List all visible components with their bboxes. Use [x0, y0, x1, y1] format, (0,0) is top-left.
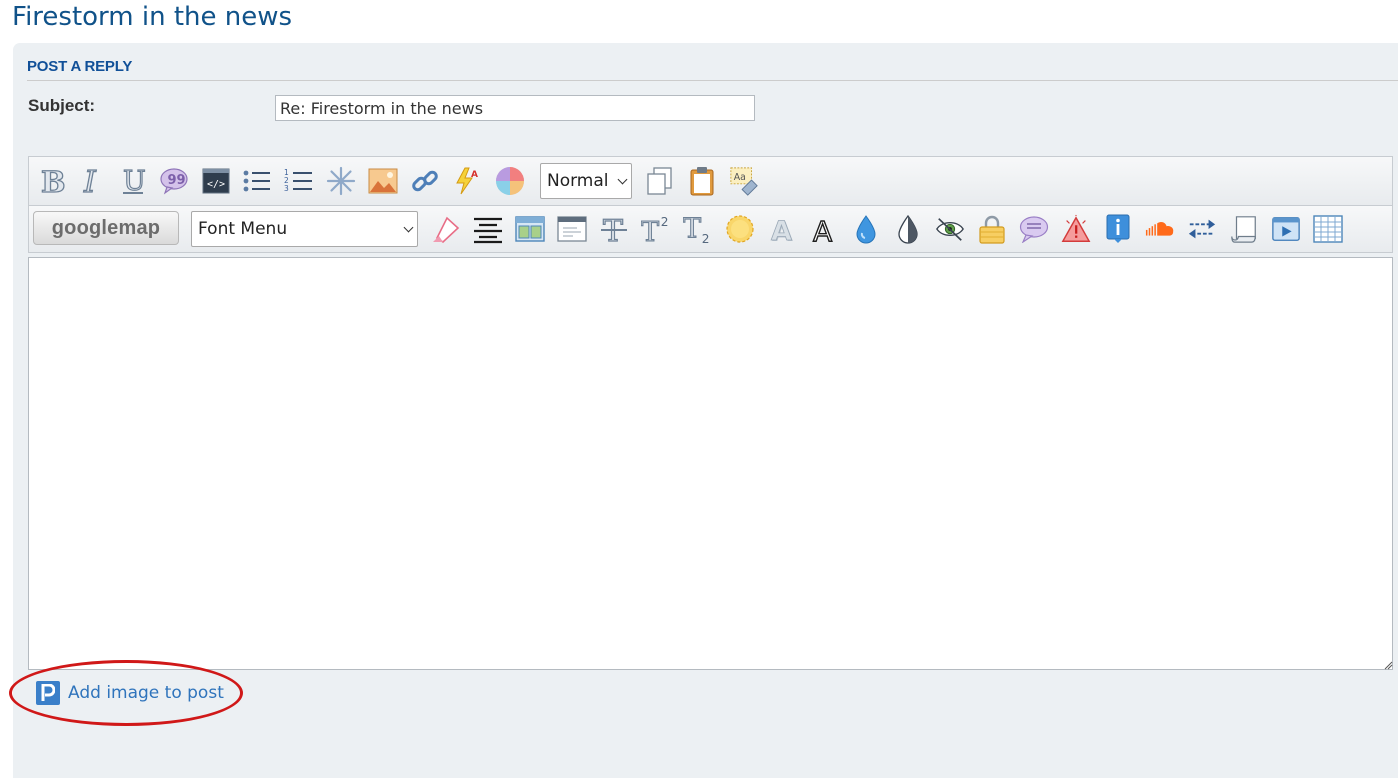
- add-image-link[interactable]: Add image to post: [36, 681, 224, 705]
- svg-text:A: A: [813, 215, 832, 244]
- chevron-down-icon: [403, 222, 414, 233]
- subject-input[interactable]: [275, 95, 755, 121]
- editor-toolbar-row-2: googlemap Font Menu T T2 T2 AA A: [28, 205, 1393, 253]
- warning-icon[interactable]: [1061, 214, 1091, 244]
- outline-text-icon[interactable]: A: [809, 214, 839, 244]
- googlemap-button[interactable]: googlemap: [33, 211, 179, 245]
- link-icon[interactable]: [410, 166, 440, 196]
- copy-icon[interactable]: [645, 166, 675, 196]
- resize-handle-icon[interactable]: [1383, 660, 1393, 670]
- bold-icon[interactable]: B: [37, 166, 67, 196]
- subject-label: Subject:: [28, 96, 96, 115]
- svg-text:U: U: [123, 166, 146, 196]
- font-menu-value: Font Menu: [198, 219, 288, 239]
- subscript-icon[interactable]: T2: [683, 214, 713, 244]
- remove-format-icon[interactable]: Aa: [729, 166, 759, 196]
- hidden-eye-icon[interactable]: [935, 214, 965, 244]
- color-wheel-icon[interactable]: [495, 166, 525, 196]
- svg-text:2: 2: [702, 232, 710, 244]
- strikethrough-icon[interactable]: T: [599, 214, 629, 244]
- message-textarea[interactable]: [28, 257, 1393, 670]
- svg-text:99: 99: [168, 173, 186, 188]
- highlight-icon[interactable]: [431, 214, 461, 244]
- contrast-icon[interactable]: [893, 214, 923, 244]
- svg-text:A: A: [471, 170, 478, 180]
- bulleted-list-icon[interactable]: [242, 166, 272, 196]
- table-layout-icon[interactable]: [515, 214, 545, 244]
- paste-icon[interactable]: [687, 166, 717, 196]
- superscript-icon[interactable]: T2: [641, 214, 671, 244]
- drop-icon[interactable]: [851, 214, 881, 244]
- glow-icon[interactable]: [725, 214, 755, 244]
- svg-text:3: 3: [284, 184, 289, 193]
- video-icon[interactable]: [1271, 214, 1301, 244]
- italic-icon[interactable]: I: [77, 166, 107, 196]
- shadow-text-icon[interactable]: AA: [767, 214, 797, 244]
- svg-text:I: I: [83, 166, 97, 196]
- font-size-value: Normal: [547, 171, 609, 191]
- soundcloud-icon[interactable]: [1145, 214, 1175, 244]
- post-reply-heading: POST A REPLY: [27, 58, 133, 75]
- underline-icon[interactable]: U: [118, 166, 148, 196]
- postimage-icon: [36, 681, 60, 705]
- svg-text:T: T: [641, 217, 659, 244]
- svg-text:2: 2: [661, 215, 669, 229]
- info-icon[interactable]: [1103, 214, 1133, 244]
- svg-text:A: A: [771, 216, 792, 244]
- chevron-down-icon: [617, 174, 628, 185]
- heading-divider: [27, 80, 1398, 81]
- swap-icon[interactable]: [1187, 214, 1217, 244]
- quote-icon[interactable]: 99: [159, 166, 189, 196]
- grid-table-icon[interactable]: [1313, 214, 1343, 244]
- topic-title: Firestorm in the news: [12, 2, 293, 32]
- numbered-list-icon[interactable]: 123: [284, 166, 314, 196]
- svg-text:B: B: [41, 166, 66, 196]
- font-menu-select[interactable]: Font Menu: [191, 211, 418, 247]
- lock-icon[interactable]: [977, 214, 1007, 244]
- font-size-select[interactable]: Normal: [540, 163, 632, 199]
- svg-text:T: T: [683, 214, 701, 244]
- svg-text:</>: </>: [207, 179, 225, 190]
- speech-bubble-icon[interactable]: [1019, 214, 1049, 244]
- code-icon[interactable]: </>: [201, 166, 231, 196]
- image-icon[interactable]: [368, 166, 398, 196]
- scroll-icon[interactable]: [1229, 214, 1259, 244]
- add-image-label: Add image to post: [68, 683, 224, 703]
- list-item-icon[interactable]: [326, 166, 356, 196]
- svg-text:Aa: Aa: [734, 172, 746, 183]
- window-icon[interactable]: [557, 214, 587, 244]
- align-center-icon[interactable]: [473, 214, 503, 244]
- post-reply-panel: POST A REPLY Subject: B I U 99 </> 123: [9, 43, 1398, 778]
- flash-icon[interactable]: A: [453, 166, 483, 196]
- editor-toolbar-row-1: B I U 99 </> 123 A Normal Aa: [28, 156, 1393, 205]
